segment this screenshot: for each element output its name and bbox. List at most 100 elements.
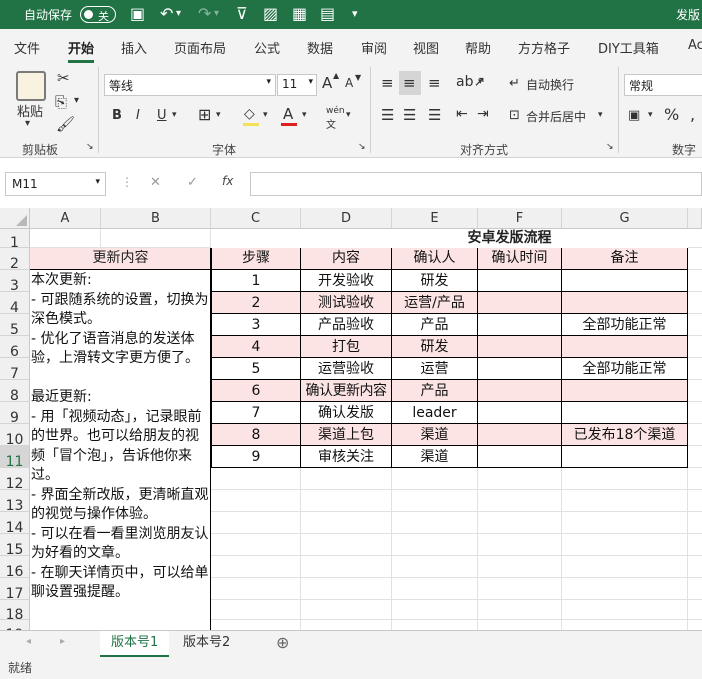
- save-icon[interactable]: ▣: [130, 3, 145, 25]
- column-header-G[interactable]: G: [562, 208, 688, 229]
- pinyin-button[interactable]: wén: [326, 106, 345, 116]
- table-cell[interactable]: [562, 270, 688, 292]
- table-cell[interactable]: [478, 424, 562, 446]
- column-header-F[interactable]: F: [478, 208, 562, 229]
- row-header-3[interactable]: 3: [0, 270, 30, 294]
- align-middle-icon[interactable]: ≡: [403, 74, 416, 92]
- table-cell[interactable]: 运营: [392, 358, 478, 380]
- row-header-1[interactable]: 1: [0, 228, 30, 251]
- column-header-overflow[interactable]: [688, 208, 702, 229]
- table-cell[interactable]: 研发: [392, 270, 478, 292]
- accounting-dropdown-icon[interactable]: ▾: [648, 110, 653, 120]
- tab-5[interactable]: 数据: [307, 38, 333, 57]
- paste-dropdown-icon[interactable]: ▾: [25, 118, 30, 129]
- table-cell[interactable]: 2: [211, 292, 301, 314]
- table-cell[interactable]: 5: [211, 358, 301, 380]
- table-cell[interactable]: [478, 336, 562, 358]
- camera-icon[interactable]: ▨: [263, 3, 278, 25]
- number-format-select[interactable]: 常规: [624, 74, 702, 96]
- column-header-E[interactable]: E: [392, 208, 478, 229]
- align-top-icon[interactable]: ≡: [381, 74, 394, 92]
- wrap-text-icon[interactable]: ↵: [509, 76, 520, 91]
- copy-icon[interactable]: ⎘: [55, 93, 67, 111]
- row-header-17[interactable]: 17: [0, 578, 30, 602]
- table-cell[interactable]: 渠道上包: [301, 424, 392, 446]
- tab-1[interactable]: 开始: [68, 38, 95, 63]
- column-header-C[interactable]: C: [211, 208, 301, 229]
- row-header-14[interactable]: 14: [0, 512, 30, 536]
- row-header-2[interactable]: 2: [0, 248, 30, 272]
- table-cell[interactable]: 测试验收: [301, 292, 392, 314]
- table-cell[interactable]: 渠道: [392, 424, 478, 446]
- table-cell[interactable]: 8: [211, 424, 301, 446]
- underline-button[interactable]: U: [157, 108, 167, 123]
- table-cell[interactable]: [478, 358, 562, 380]
- table-cell[interactable]: 产品: [392, 314, 478, 336]
- table-cell[interactable]: 审核关注: [301, 446, 392, 468]
- font-size-select[interactable]: 11 ▾: [277, 74, 317, 96]
- table-cell[interactable]: [478, 270, 562, 292]
- scroll-right-icon[interactable]: ▸: [60, 636, 65, 647]
- fill-dropdown-icon[interactable]: ▾: [263, 110, 268, 120]
- column-header-B[interactable]: B: [101, 208, 211, 229]
- format-icon[interactable]: ▤: [320, 3, 335, 25]
- merge-dropdown-icon[interactable]: ▾: [598, 110, 603, 120]
- row-header-15[interactable]: 15: [0, 534, 30, 558]
- table-cell[interactable]: [478, 446, 562, 468]
- grow-font-button[interactable]: A: [322, 74, 332, 92]
- table-cell[interactable]: 已发布18个渠道: [562, 424, 688, 446]
- table-cell[interactable]: 9: [211, 446, 301, 468]
- row-header-18[interactable]: 18: [0, 600, 30, 623]
- table-cell[interactable]: 打包: [301, 336, 392, 358]
- row-header-19[interactable]: 19: [0, 620, 30, 630]
- row-header-13[interactable]: 13: [0, 490, 30, 514]
- row-header-16[interactable]: 16: [0, 556, 30, 580]
- formula-input[interactable]: [250, 172, 702, 196]
- merge-icon[interactable]: ⊡: [509, 108, 520, 123]
- table-cell[interactable]: 7: [211, 402, 301, 424]
- row-header-12[interactable]: 12: [0, 468, 30, 492]
- sheet-tab-0[interactable]: 版本号1: [100, 631, 170, 657]
- accounting-format-icon[interactable]: ▣: [628, 108, 640, 123]
- tab-10[interactable]: DIY工具箱: [598, 38, 659, 57]
- tab-6[interactable]: 审阅: [361, 38, 387, 57]
- table-cell[interactable]: 运营/产品: [392, 292, 478, 314]
- column-header-A[interactable]: A: [30, 208, 101, 229]
- redo-icon[interactable]: ↷: [198, 3, 211, 25]
- table-cell[interactable]: [562, 380, 688, 402]
- increase-indent-icon[interactable]: ⇥: [477, 106, 489, 122]
- underline-dropdown-icon[interactable]: ▾: [172, 110, 177, 120]
- font-color-dropdown-icon[interactable]: ▾: [302, 110, 307, 120]
- table-cell[interactable]: [562, 446, 688, 468]
- alignment-launcher-icon[interactable]: ↘: [606, 142, 614, 152]
- merge-center-button[interactable]: 合并后居中: [526, 108, 586, 125]
- orientation-dropdown-icon[interactable]: ▾: [478, 77, 483, 87]
- wrap-text-button[interactable]: 自动换行: [526, 76, 574, 93]
- decrease-indent-icon[interactable]: ⇤: [456, 106, 468, 122]
- add-sheet-icon[interactable]: ⊕: [276, 633, 289, 652]
- update-notes[interactable]: 本次更新: - 可跟随系统的设置，切换为深色模式。 - 优化了语音消息的发送体验…: [31, 271, 210, 603]
- insert-function-icon[interactable]: fx: [222, 174, 233, 188]
- align-bottom-icon[interactable]: ≡: [428, 74, 441, 92]
- undo-icon[interactable]: ↶: [160, 3, 173, 25]
- table-cell[interactable]: 1: [211, 270, 301, 292]
- select-all-button[interactable]: [0, 208, 30, 229]
- filter-icon[interactable]: ⊽: [236, 3, 248, 25]
- table-cell[interactable]: [562, 336, 688, 358]
- table-cell[interactable]: 全部功能正常: [562, 314, 688, 336]
- table-cell[interactable]: 3: [211, 314, 301, 336]
- pinyin-dropdown-icon[interactable]: ▾: [346, 110, 351, 120]
- row-header-10[interactable]: 10: [0, 424, 30, 448]
- table-cell[interactable]: 全部功能正常: [562, 358, 688, 380]
- row-header-9[interactable]: 9: [0, 402, 30, 426]
- customize-toolbar-icon[interactable]: ▾: [352, 3, 358, 25]
- table-cell[interactable]: [562, 402, 688, 424]
- scroll-left-icon[interactable]: ◂: [26, 636, 31, 647]
- redo-dropdown-icon[interactable]: ▾: [214, 3, 219, 25]
- shrink-font-button[interactable]: A: [345, 76, 353, 90]
- table-cell[interactable]: leader: [392, 402, 478, 424]
- tab-0[interactable]: 文件: [14, 38, 40, 57]
- cut-icon[interactable]: ✂: [57, 69, 70, 87]
- table-cell[interactable]: 确认更新内容: [301, 380, 392, 402]
- borders-icon[interactable]: ⊞: [198, 105, 211, 124]
